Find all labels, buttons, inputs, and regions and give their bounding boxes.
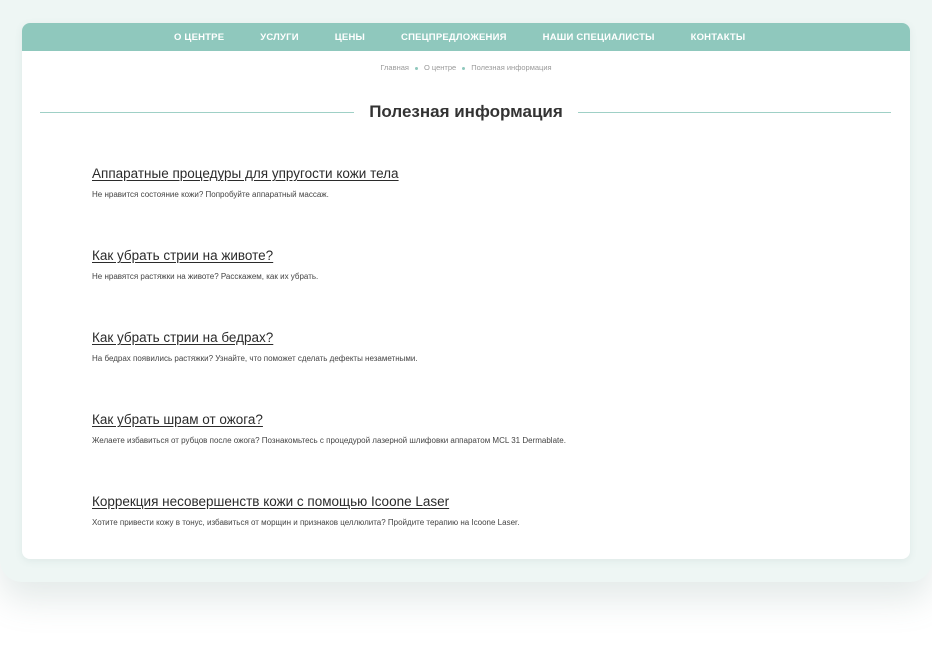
nav-item-offers[interactable]: СПЕЦПРЕДЛОЖЕНИЯ	[401, 32, 507, 43]
article-list: Аппаратные процедуры для упругости кожи …	[92, 165, 872, 559]
browser-window: О ЦЕНТРЕ УСЛУГИ ЦЕНЫ СПЕЦПРЕДЛОЖЕНИЯ НАШ…	[22, 23, 910, 559]
title-divider-right	[578, 112, 891, 113]
article-title-link[interactable]: Как убрать стрии на бедрах?	[92, 330, 273, 345]
list-item: Как убрать стрии на бедрах? На бедрах по…	[92, 329, 872, 411]
list-item: Коррекция несовершенств кожи с помощью I…	[92, 493, 872, 559]
list-item: Аппаратные процедуры для упругости кожи …	[92, 165, 872, 247]
article-title-link[interactable]: Как убрать шрам от ожога?	[92, 412, 263, 427]
article-title-link[interactable]: Коррекция несовершенств кожи с помощью I…	[92, 494, 449, 509]
article-description: Желаете избавиться от рубцов после ожога…	[92, 436, 566, 445]
list-item: Как убрать шрам от ожога? Желаете избави…	[92, 411, 872, 493]
nav-item-specialists[interactable]: НАШИ СПЕЦИАЛИСТЫ	[543, 32, 655, 43]
article-title-link[interactable]: Аппаратные процедуры для упругости кожи …	[92, 166, 399, 181]
breadcrumb-separator	[462, 66, 466, 70]
page-title-row: Полезная информация	[22, 101, 910, 123]
article-description: Не нравится состояние кожи? Попробуйте а…	[92, 190, 329, 199]
breadcrumb-current: Полезная информация	[471, 63, 552, 72]
nav-item-contacts[interactable]: КОНТАКТЫ	[691, 32, 746, 43]
top-navigation: О ЦЕНТРЕ УСЛУГИ ЦЕНЫ СПЕЦПРЕДЛОЖЕНИЯ НАШ…	[22, 23, 910, 51]
nav-item-prices[interactable]: ЦЕНЫ	[335, 32, 365, 43]
article-title-link[interactable]: Как убрать стрии на животе?	[92, 248, 273, 263]
breadcrumb-about[interactable]: О центре	[424, 63, 456, 72]
list-item: Как убрать стрии на животе? Не нравятся …	[92, 247, 872, 329]
breadcrumb-home[interactable]: Главная	[380, 63, 409, 72]
title-divider-left	[40, 112, 354, 113]
article-description: Хотите привести кожу в тонус, избавиться…	[92, 518, 520, 527]
article-description: На бедрах появились растяжки? Узнайте, ч…	[92, 354, 418, 363]
nav-item-services[interactable]: УСЛУГИ	[260, 32, 299, 43]
breadcrumb-separator	[414, 66, 418, 70]
article-description: Не нравятся растяжки на животе? Расскаже…	[92, 272, 319, 281]
breadcrumb: Главная О центре Полезная информация	[22, 63, 910, 73]
nav-item-about[interactable]: О ЦЕНТРЕ	[174, 32, 224, 43]
page-title: Полезная информация	[365, 102, 567, 122]
